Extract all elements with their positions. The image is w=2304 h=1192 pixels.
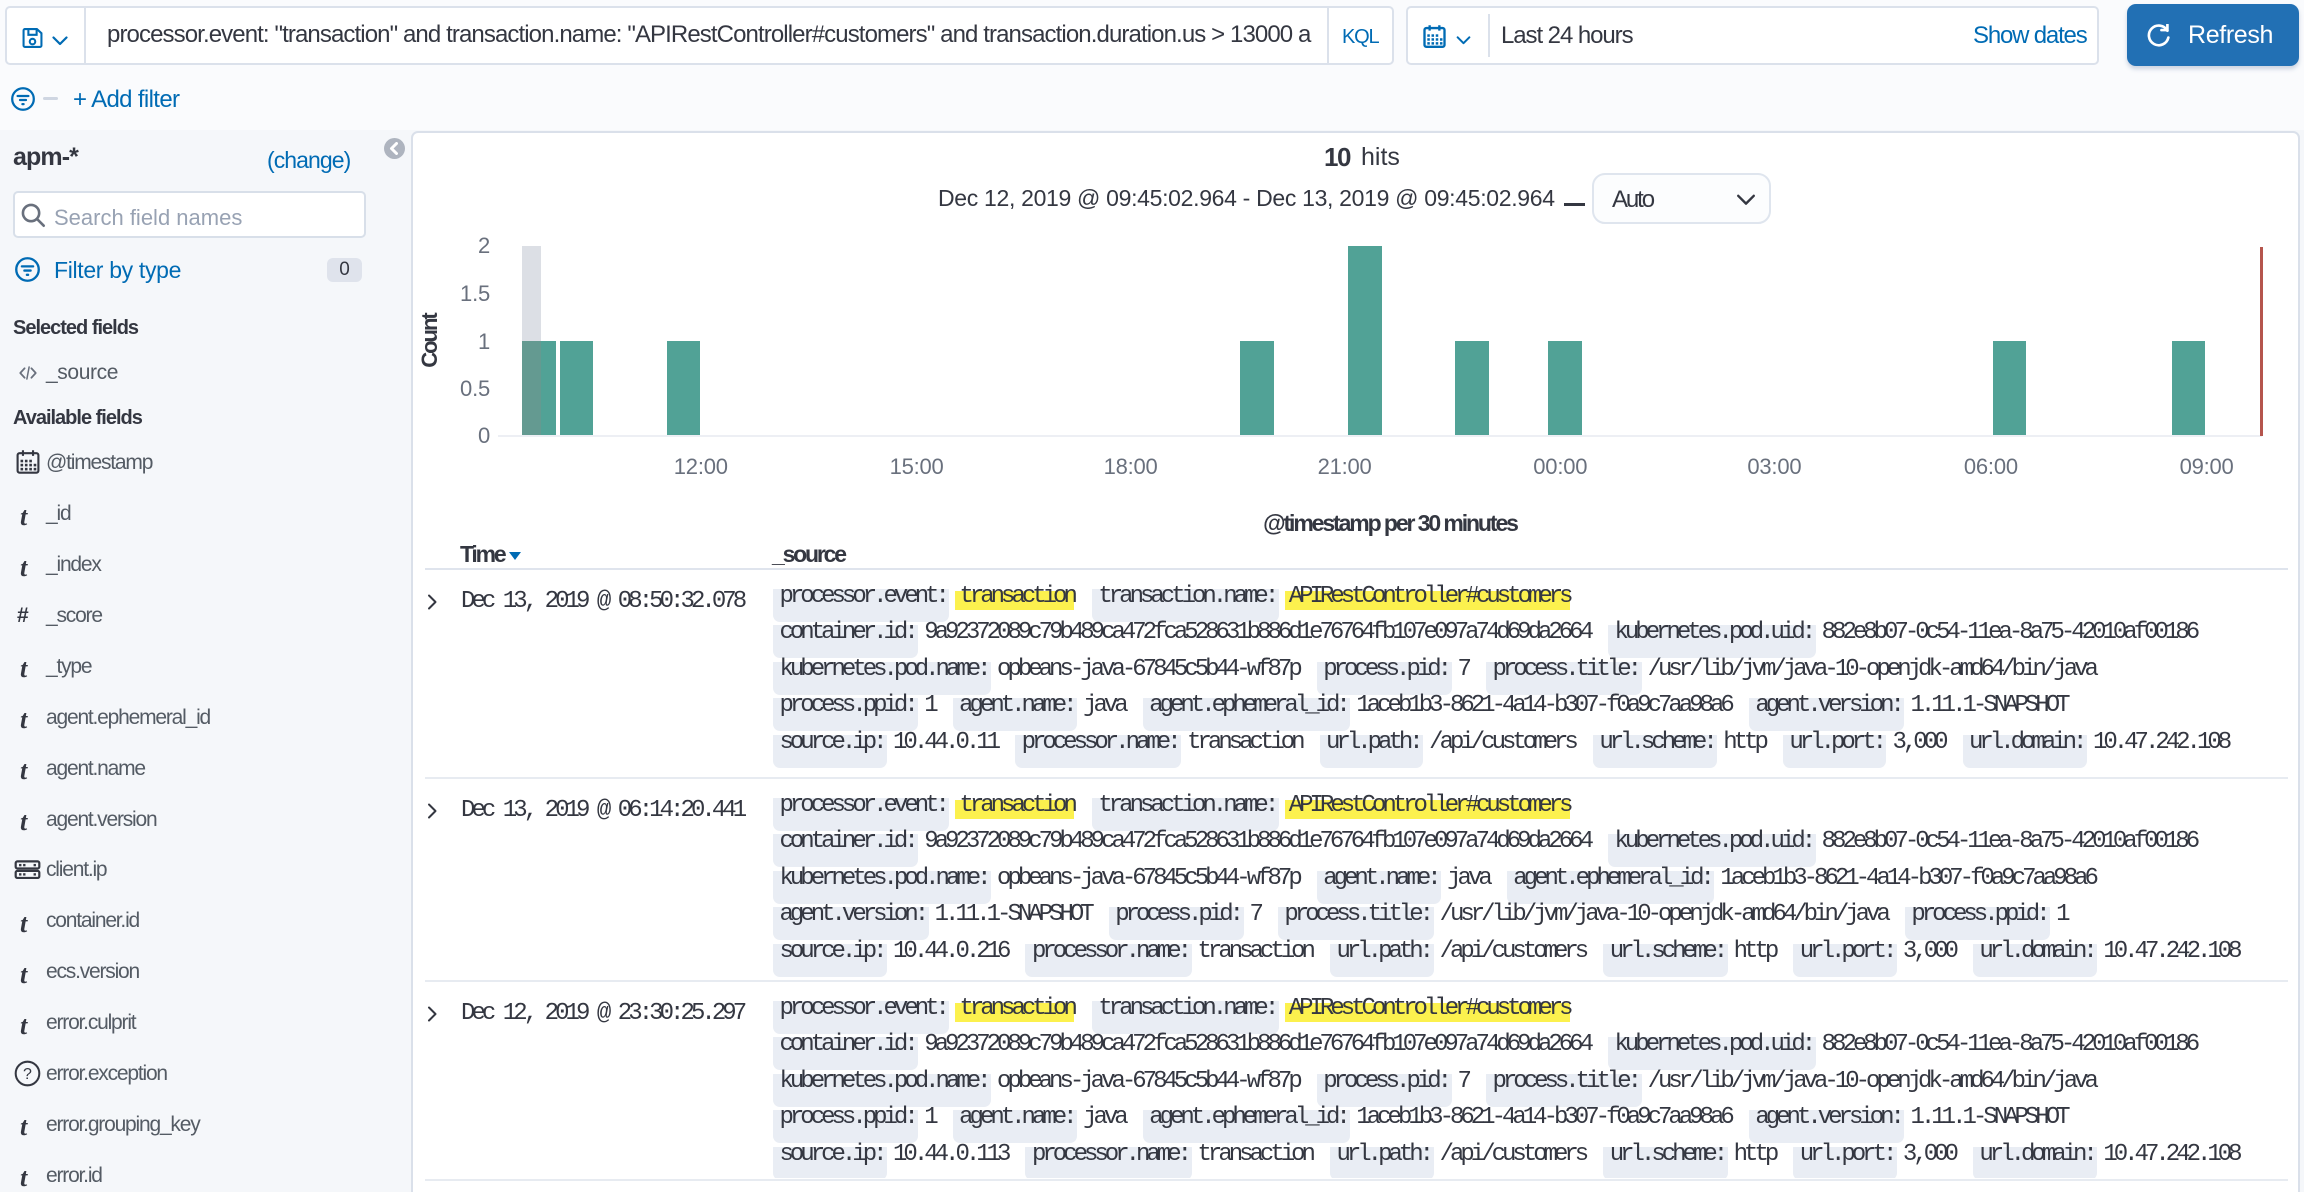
svg-text:?: ? [23, 1065, 32, 1083]
